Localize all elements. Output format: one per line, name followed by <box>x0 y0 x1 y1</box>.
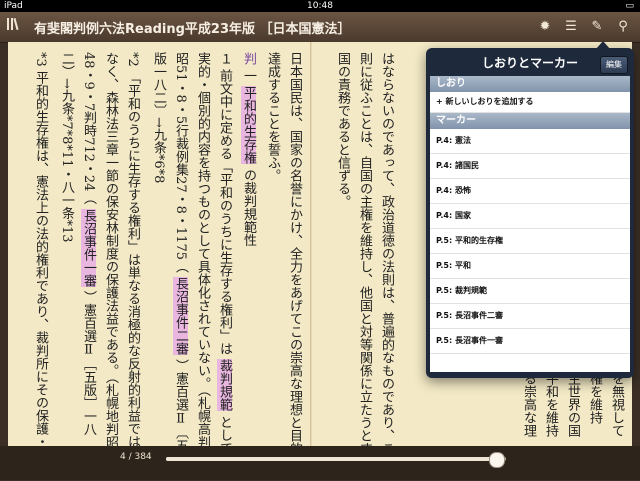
text-segment: 一 <box>241 69 256 83</box>
marker-item[interactable]: P.5: 平和的生存権 <box>430 229 630 254</box>
slider-knob[interactable] <box>488 452 505 468</box>
text-segment: の裁判規範性 <box>241 168 256 247</box>
text-column: なく、森林法三章一節の保安林制度の保護法益である。（札幌地判昭 <box>103 52 118 449</box>
popover-arrow <box>596 41 610 49</box>
marker-item[interactable]: P.4: 国家 <box>430 204 630 229</box>
markers-header: マーカー <box>430 113 630 129</box>
text-column: 権を維持 <box>587 372 602 424</box>
text-column: 48・9・7判時712・24（ 長沼事件一審 ）憲百選Ⅱ［五版］一八 <box>78 52 98 436</box>
top-toolbar: 有斐閣判例六法Reading平成23年版 ［日本国憲法］ ✹ ☰ ✎ ⚲ <box>0 12 640 43</box>
text-column: １ 前文中に定める「平和のうちに生存する権利」は 裁判規範 として現 <box>214 52 234 467</box>
bookmarks-header: しおり <box>430 76 630 92</box>
highlighted-text[interactable]: 平和的生存権 <box>241 86 256 165</box>
marker-item[interactable]: P.4: 諸国民 <box>430 154 630 179</box>
text-column: を無視して <box>609 372 624 437</box>
highlighted-text[interactable]: 長沼事件一審 <box>81 208 96 287</box>
text-column: 主世界の国 <box>565 372 580 437</box>
text-segment: 48・9・7判時712・24（ <box>81 52 96 205</box>
text-column: 昭51・8・5行裁例集27・8・1175（ 長沼事件二審 ）憲百選Ⅱ〔五 <box>170 52 190 452</box>
text-column: 二）→九条*7*8*11・八一条*13 <box>59 52 74 243</box>
text-column: 実的・個別的内容を持つものとして具体化されていない。（札幌高判 <box>195 52 210 449</box>
book-title: 有斐閣判例六法Reading平成23年版 ［日本国憲法］ <box>34 22 351 37</box>
text-column: 版一八二〕→九条*6*8 <box>151 52 166 184</box>
add-bookmark-button[interactable]: + 新しいしおりを追加する <box>430 92 630 113</box>
library-icon[interactable] <box>6 17 24 34</box>
text-column: る崇高な理 <box>521 372 536 437</box>
edit-button[interactable]: 編集 <box>600 56 628 74</box>
text-column: *3 平和的生存権は、憲法上の法的権利であり、裁判所にその保護・ <box>33 52 48 448</box>
marker-item[interactable]: P.5: 長沼事件一審 <box>430 329 630 354</box>
settings-icon[interactable]: ✹ <box>536 18 554 36</box>
popover-list: しおり + 新しいしおりを追加する マーカー P.4: 憲法 P.4: 諸国民 P.… <box>430 76 630 372</box>
highlighted-text[interactable]: 長沼事件二審 <box>173 277 188 356</box>
text-segment: ）憲百選Ⅱ［五版］一八 <box>81 290 96 436</box>
bookmarks-marker-popover: しおりとマーカー 編集 しおり + 新しいしおりを追加する マーカー P.4: … <box>426 41 634 378</box>
text-column: はならないのであって、政治道徳の法則は、普遍的なものであり、この法 <box>379 52 394 481</box>
marker-item[interactable]: P.5: 長沼事件二審 <box>430 304 630 329</box>
page-navigator: 4 / 384 <box>120 452 510 468</box>
marker-item[interactable]: P.4: 恐怖 <box>430 179 630 204</box>
marker-list: P.4: 憲法 P.4: 諸国民 P.4: 恐怖 P.4: 国家 P.5: 平和的生存権… <box>430 129 630 354</box>
text-column: 国の責務であると信ずる。 <box>335 52 350 208</box>
battery-icon: ▭ <box>625 1 634 11</box>
text-column: 日本国民は、国家の名誉にかけ、全力をあげてこの崇高な理想と目的を <box>287 52 302 468</box>
text-column: 平和を維持 <box>543 372 558 437</box>
text-column: 達成することを誓ふ。 <box>265 52 280 182</box>
precedent-marker: 判 <box>241 52 256 65</box>
list-icon[interactable]: ☰ <box>562 18 580 36</box>
search-icon[interactable]: ⚲ <box>614 18 632 36</box>
page-counter: 4 / 384 <box>120 452 152 462</box>
text-column: *2 「平和のうちに生存する権利」は単なる消極的な反射的利益では <box>125 52 140 448</box>
marker-item[interactable]: P.5: 平和 <box>430 254 630 279</box>
marker-pen-icon[interactable]: ✎ <box>588 18 606 36</box>
text-column: 判 一 平和的生存権 の裁判規範性 <box>238 52 258 246</box>
status-bar: iPad 10:48 ▭ <box>0 0 640 12</box>
marker-item[interactable]: P.4: 憲法 <box>430 129 630 154</box>
left-page: 日本国民は、国家の名誉にかけ、全力をあげてこの崇高な理想と目的を 達成することを… <box>8 42 313 468</box>
clock: 10:48 <box>307 1 333 11</box>
page-slider[interactable] <box>166 452 506 468</box>
text-segment: ）憲百選Ⅱ〔五 <box>173 359 188 453</box>
text-segment: 昭51・8・5行裁例集27・8・1175（ <box>173 52 188 273</box>
text-column: 則に従ふことは、自国の主権を維持し、他国と対等関係に立たうとする各 <box>357 52 372 481</box>
marker-item[interactable]: P.5: 裁判規範 <box>430 279 630 304</box>
slider-fill <box>166 457 496 461</box>
highlighted-text[interactable]: 裁判規範 <box>217 359 232 412</box>
text-segment: １ 前文中に定める「平和のうちに生存する権利」は <box>217 52 232 356</box>
